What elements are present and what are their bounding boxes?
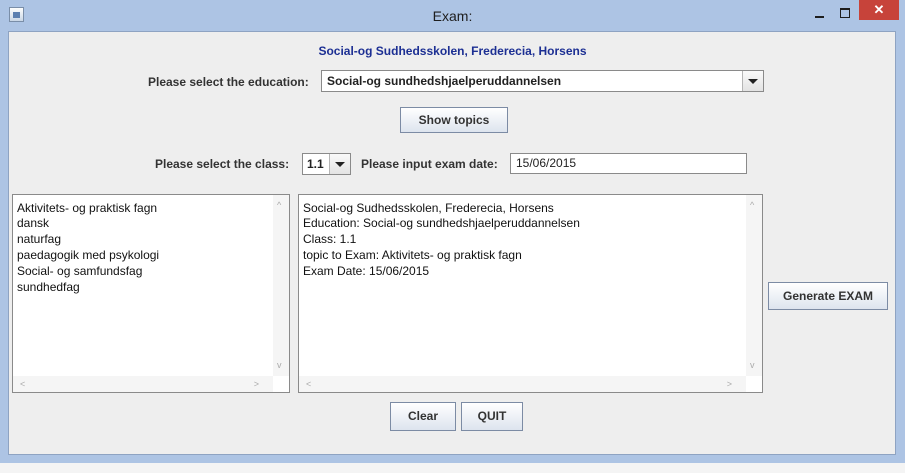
list-item[interactable]: Social- og samfundsfag xyxy=(17,264,142,278)
education-selected: Social-og sundhedshjaelperuddannelsen xyxy=(327,74,562,88)
school-heading: Social-og Sudhedsskolen, Frederecia, Hor… xyxy=(318,44,587,58)
list-item[interactable]: dansk xyxy=(17,216,49,230)
clear-button[interactable]: Clear xyxy=(390,402,456,431)
scroll-down-icon[interactable]: v xyxy=(750,360,755,370)
title-bar[interactable]: Exam: ✕ xyxy=(0,0,905,30)
window-title: Exam: xyxy=(432,8,473,24)
output-line: Exam Date: 15/06/2015 xyxy=(303,264,430,278)
horizontal-scrollbar[interactable]: < > xyxy=(13,376,273,392)
scroll-left-icon[interactable]: < xyxy=(306,379,311,389)
output-line: Education: Social-og sundhedshjaelperudd… xyxy=(303,216,580,230)
quit-button[interactable]: QUIT xyxy=(461,402,523,431)
horizontal-scrollbar[interactable]: < > xyxy=(299,376,746,392)
show-topics-button[interactable]: Show topics xyxy=(400,107,508,133)
scroll-up-icon[interactable]: ^ xyxy=(750,200,754,210)
exam-output-area[interactable]: Social-og Sudhedsskolen, Frederecia, Hor… xyxy=(298,194,763,393)
minimize-button[interactable] xyxy=(808,5,832,23)
output-line: Social-og Sudhedsskolen, Frederecia, Hor… xyxy=(303,201,554,215)
close-icon: ✕ xyxy=(873,2,885,17)
scroll-down-icon[interactable]: v xyxy=(277,360,282,370)
exam-date-field[interactable]: 15/06/2015 xyxy=(510,153,747,174)
scroll-left-icon[interactable]: < xyxy=(20,379,25,389)
chevron-down-icon[interactable] xyxy=(329,154,350,174)
scroll-right-icon[interactable]: > xyxy=(727,379,732,389)
list-item[interactable]: sundhedfag xyxy=(17,280,80,294)
chevron-down-icon[interactable] xyxy=(742,71,763,91)
generate-exam-button[interactable]: Generate EXAM xyxy=(768,282,888,310)
list-item[interactable]: Aktivitets- og praktisk fagn xyxy=(17,201,157,215)
close-button[interactable]: ✕ xyxy=(859,0,899,20)
exam-window: Exam: ✕ Social-og Sudhedsskolen, Fredere… xyxy=(0,0,905,463)
desktop-strip xyxy=(0,463,905,473)
list-item[interactable]: paedagogik med psykologi xyxy=(17,248,159,262)
output-line: Class: 1.1 xyxy=(303,232,357,246)
scroll-right-icon[interactable]: > xyxy=(254,379,259,389)
class-selected: 1.1 xyxy=(307,157,324,171)
class-label: Please select the class: xyxy=(155,157,290,171)
education-dropdown[interactable]: Social-og sundhedshjaelperuddannelsen xyxy=(321,70,764,92)
education-label: Please select the education: xyxy=(148,75,309,89)
output-line: topic to Exam: Aktivitets- og praktisk f… xyxy=(303,248,522,262)
exam-date-label: Please input exam date: xyxy=(361,157,498,171)
maximize-button[interactable] xyxy=(833,5,857,23)
topics-list[interactable]: Aktivitets- og praktisk fagn dansk natur… xyxy=(12,194,290,393)
vertical-scrollbar[interactable]: ^ v xyxy=(746,195,762,376)
vertical-scrollbar[interactable]: ^ v xyxy=(273,195,289,376)
list-item[interactable]: naturfag xyxy=(17,232,61,246)
scroll-up-icon[interactable]: ^ xyxy=(277,200,281,210)
class-dropdown[interactable]: 1.1 xyxy=(302,153,351,175)
